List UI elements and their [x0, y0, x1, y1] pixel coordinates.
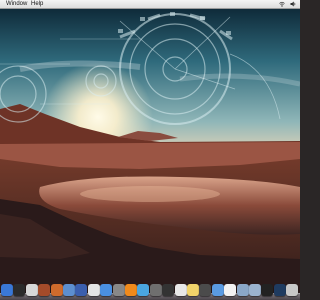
chess-icon[interactable] — [199, 284, 212, 296]
desktop-wallpaper — [0, 9, 300, 300]
menu-help[interactable]: Help — [31, 0, 43, 8]
itunes-icon[interactable] — [75, 284, 88, 296]
documents-icon[interactable] — [249, 284, 261, 296]
calendar-icon[interactable] — [174, 284, 187, 296]
menu-bar: Window Help — [0, 0, 300, 9]
dashboard-icon[interactable] — [13, 284, 26, 296]
photoshop-icon[interactable] — [273, 284, 286, 296]
folder-icon[interactable] — [236, 284, 249, 296]
chat-icon[interactable] — [137, 284, 150, 296]
preview-icon[interactable] — [63, 284, 75, 296]
notes-icon[interactable] — [187, 284, 199, 296]
safari-icon[interactable] — [100, 284, 113, 296]
wifi-icon[interactable] — [279, 1, 285, 7]
text-edit-icon[interactable] — [224, 284, 237, 296]
trash-icon[interactable] — [286, 284, 299, 296]
finder-icon[interactable] — [1, 284, 13, 296]
camera-icon[interactable] — [162, 284, 175, 296]
app-store-icon[interactable] — [87, 284, 100, 296]
address-book-icon[interactable] — [38, 284, 51, 296]
finder-face-icon[interactable] — [211, 284, 224, 296]
volume-icon[interactable] — [290, 1, 296, 7]
system-preferences-icon[interactable] — [112, 284, 125, 296]
vlc-icon[interactable] — [125, 284, 137, 296]
settings-icon[interactable] — [149, 284, 162, 296]
photos-icon[interactable] — [50, 284, 63, 296]
dock — [0, 283, 300, 300]
wallpaper-image — [0, 9, 300, 300]
terminal-icon[interactable] — [261, 284, 274, 296]
menu-window[interactable]: Window — [6, 0, 27, 8]
mail-icon[interactable] — [25, 284, 38, 296]
